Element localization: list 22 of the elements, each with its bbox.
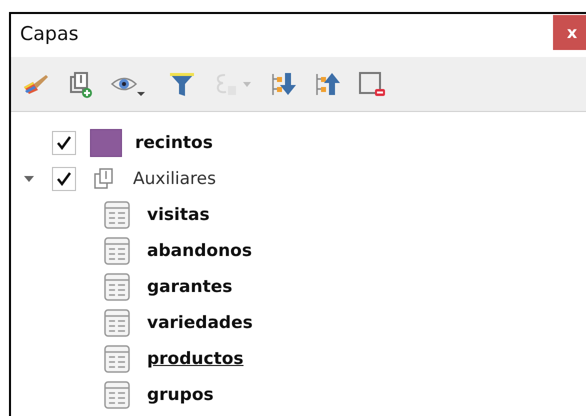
layer-name[interactable]: variedades	[147, 313, 253, 333]
remove-layer-icon[interactable]	[357, 69, 387, 99]
layer-name[interactable]: grupos	[147, 385, 214, 405]
table-icon	[103, 272, 131, 302]
layer-name[interactable]: recintos	[135, 133, 213, 153]
layer-name[interactable]: productos	[147, 349, 244, 369]
check-icon	[56, 171, 72, 187]
layer-name[interactable]: abandonos	[147, 241, 252, 261]
table-icon	[103, 236, 131, 266]
layer-name[interactable]: garantes	[147, 277, 232, 297]
check-icon	[56, 135, 72, 151]
table-icon	[103, 200, 131, 230]
table-icon	[103, 308, 131, 338]
layer-name[interactable]: Auxiliares	[133, 169, 216, 189]
layer-checkbox[interactable]	[52, 131, 76, 155]
table-icon	[103, 380, 131, 410]
panel-title: Capas	[20, 22, 79, 44]
close-button[interactable]: x	[553, 14, 586, 50]
layer-name[interactable]: visitas	[147, 205, 210, 225]
expand-arrow-icon[interactable]	[23, 175, 35, 183]
table-icon	[103, 344, 131, 374]
layer-checkbox[interactable]	[52, 167, 76, 191]
